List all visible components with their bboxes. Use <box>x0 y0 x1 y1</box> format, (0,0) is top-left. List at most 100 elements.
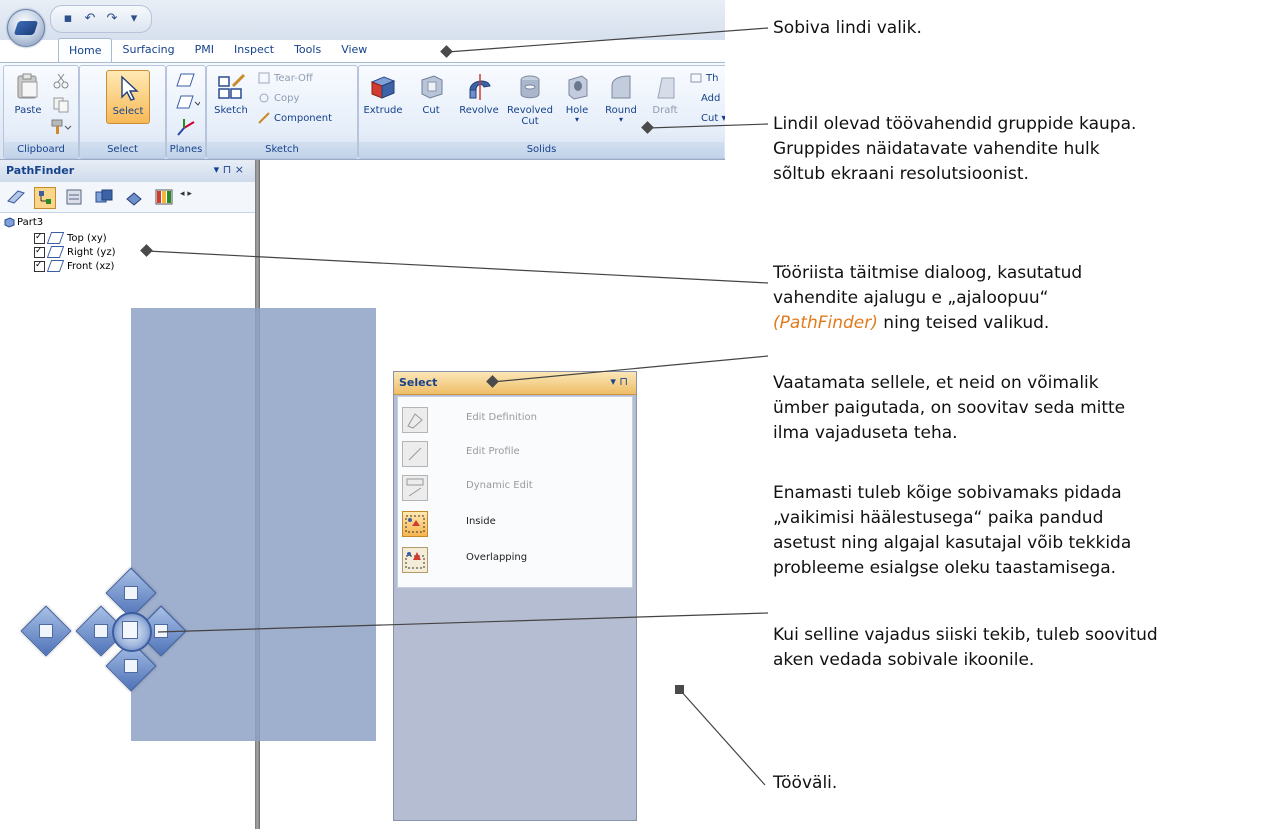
option-dynamic-edit[interactable]: Dynamic Edit <box>402 475 626 501</box>
quick-access-toolbar: ▪ ↶ ↷ ▾ <box>50 5 152 33</box>
parts-library-icon[interactable] <box>94 187 114 207</box>
cut-icon[interactable] <box>52 72 70 90</box>
visibility-checkbox[interactable] <box>34 258 45 272</box>
add-button[interactable]: Add <box>701 90 720 108</box>
note-ribbon-choice: Sobiva lindi valik. <box>773 18 922 38</box>
sketch-button[interactable]: Sketch <box>209 70 253 116</box>
option-inside[interactable]: Inside <box>402 511 626 537</box>
cut-dropdown-button[interactable]: Cut ▾ <box>701 110 725 128</box>
select-options-list: Edit Definition Edit Profile Dynamic Edi… <box>397 396 633 588</box>
coordinate-system-icon[interactable] <box>176 118 196 138</box>
copy-sketch-icon <box>259 93 269 103</box>
group-select: Select Select <box>79 65 166 159</box>
round-dropdown-icon[interactable]: ▾ <box>599 116 643 124</box>
tab-inspect[interactable]: Inspect <box>224 38 284 62</box>
format-painter-icon[interactable] <box>50 118 72 136</box>
part-icon <box>4 216 15 228</box>
tab-view[interactable]: View <box>331 38 377 62</box>
color-manager-icon[interactable] <box>154 187 174 207</box>
extrude-button[interactable]: Extrude <box>361 70 405 116</box>
thin-wall-button[interactable]: Th <box>689 70 718 88</box>
group-label-solids: Solids <box>359 142 724 158</box>
component-icon <box>258 112 270 124</box>
group-label-planes: Planes <box>167 142 205 158</box>
hole-button[interactable]: Hole ▾ <box>555 70 599 124</box>
tab-surfacing[interactable]: Surfacing <box>112 38 184 62</box>
sensors-icon[interactable] <box>64 187 84 207</box>
note-default-layout: Enamasti tuleb kõige sobivamaks pidada „… <box>773 483 1132 578</box>
layers-icon[interactable] <box>6 187 26 207</box>
tree-item-part[interactable]: Part3 <box>4 216 43 230</box>
panel-controls[interactable]: ▾ ⊓ × <box>214 163 244 176</box>
select-panel-header[interactable]: Select ▾ ⊓ <box>394 372 636 395</box>
note-drag-window: Kui selline vajadus siiski tekib, tuleb … <box>773 625 1158 670</box>
option-edit-profile[interactable]: Edit Profile <box>402 441 626 467</box>
pin-icon[interactable]: ▾ ⊓ <box>610 375 628 388</box>
cut-button[interactable]: Cut <box>409 70 453 116</box>
ribbon-tab-bar: Home Surfacing PMI Inspect Tools View <box>58 38 377 63</box>
redo-icon[interactable]: ↷ <box>103 10 121 28</box>
cut-feature-icon <box>421 75 443 99</box>
hole-dropdown-icon[interactable]: ▾ <box>555 116 599 124</box>
paste-icon <box>17 73 38 99</box>
plane-icon[interactable] <box>176 72 196 88</box>
group-solids: Extrude Cut Revolve Revolved Cut Hole ▾ … <box>358 65 725 159</box>
revolved-cut-icon <box>520 75 540 99</box>
tab-pmi[interactable]: PMI <box>185 38 224 62</box>
select-button[interactable]: Select <box>106 70 150 124</box>
save-icon[interactable]: ▪ <box>59 10 77 28</box>
arrow-pointer-icon <box>121 75 139 101</box>
component-button[interactable]: Component <box>257 110 332 128</box>
application-window: ▪ ↶ ↷ ▾ Home Surfacing PMI Inspect Tools… <box>0 0 725 829</box>
dropdown-icon[interactable]: ▾ <box>214 163 220 176</box>
customize-dropdown-icon[interactable]: ▾ <box>125 10 143 28</box>
feature-tree-icon[interactable] <box>34 187 56 209</box>
toolbar-scroll-arrows[interactable]: ◂ ▸ <box>180 189 192 199</box>
revolve-button[interactable]: Revolve <box>457 70 501 116</box>
edit-profile-icon <box>402 441 428 467</box>
option-overlapping[interactable]: Overlapping <box>402 547 626 573</box>
pathfinder-header: PathFinder ▾ ⊓ × <box>0 160 256 183</box>
paste-button[interactable]: Paste <box>6 70 50 116</box>
visibility-checkbox[interactable] <box>34 230 45 244</box>
application-menu-button[interactable] <box>7 9 45 47</box>
dock-tab-icon <box>122 621 138 639</box>
tree-item-right-plane[interactable]: Right (yz) <box>34 244 115 260</box>
note-tools-groups: Lindil olevad töövahendid gruppide kaupa… <box>773 114 1137 184</box>
copy-sketch-button[interactable]: Copy <box>257 90 299 108</box>
group-label-select: Select <box>80 142 165 158</box>
coincident-plane-icon[interactable] <box>176 94 200 110</box>
group-label-sketch: Sketch <box>207 142 357 158</box>
round-button[interactable]: Round ▾ <box>599 70 643 124</box>
undo-icon[interactable]: ↶ <box>81 10 99 28</box>
tree-item-front-plane[interactable]: Front (xz) <box>34 258 114 274</box>
draft-icon <box>657 77 675 99</box>
visibility-checkbox[interactable] <box>34 244 45 258</box>
family-of-parts-icon[interactable] <box>124 187 144 207</box>
dock-preview-area <box>131 308 376 741</box>
revolve-icon <box>469 74 491 100</box>
copy-icon[interactable] <box>52 96 70 114</box>
tab-tools[interactable]: Tools <box>284 38 331 62</box>
pathfinder-toolbar: ◂ ▸ <box>0 182 256 213</box>
pathfinder-title: PathFinder <box>6 164 75 177</box>
revolved-cut-button[interactable]: Revolved Cut <box>505 70 555 127</box>
tear-off-icon <box>258 72 270 84</box>
group-clipboard: Paste Clipboard <box>3 65 79 159</box>
plane-icon <box>46 232 65 244</box>
select-panel-title: Select <box>399 376 438 389</box>
close-icon[interactable]: × <box>235 163 244 176</box>
dynamic-edit-icon <box>402 475 428 501</box>
pin-icon[interactable]: ⊓ <box>223 163 232 176</box>
note-workspace: Tööväli. <box>773 773 838 793</box>
sketch-icon <box>218 73 246 99</box>
option-edit-definition[interactable]: Edit Definition <box>402 407 626 433</box>
ribbon: Paste Clipboard Select Select Planes Ske… <box>0 62 725 160</box>
select-overlapping-icon <box>402 547 428 573</box>
tree-item-top-plane[interactable]: Top (xy) <box>34 230 107 246</box>
tear-off-button[interactable]: Tear-Off <box>257 70 313 88</box>
thin-wall-icon <box>690 73 702 83</box>
select-panel: Select ▾ ⊓ Edit Definition Edit Profile … <box>393 371 637 821</box>
tab-home[interactable]: Home <box>58 38 113 63</box>
draft-button[interactable]: Draft <box>643 70 687 116</box>
